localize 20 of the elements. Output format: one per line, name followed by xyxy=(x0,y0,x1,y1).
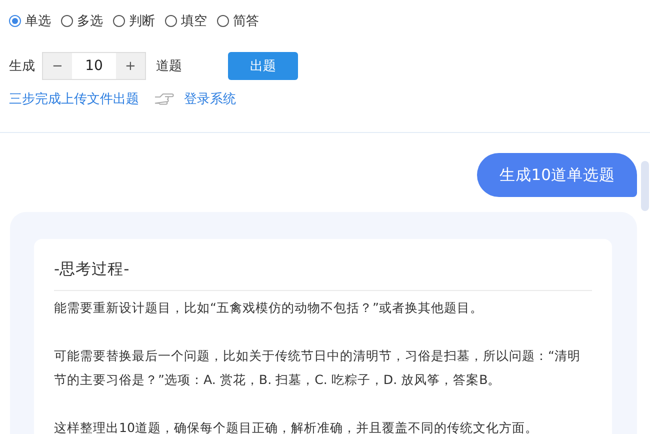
upload-link[interactable]: 三步完成上传文件出题 xyxy=(9,90,139,108)
count-unit-label: 道题 xyxy=(156,58,182,75)
thinking-title: -思考过程- xyxy=(54,259,592,291)
thinking-paragraph: 可能需要替换最后一个问题，比如关于传统节日中的清明节，习俗是扫墓，所以问题：“清明节的主要习俗是？”选项：A. 赏花，B. 扫墓，C. 吃粽子，D. 放风筝，答案B。 xyxy=(54,347,582,389)
thinking-paragraph: 能需要重新设计题目，比如“五禽戏模仿的动物不包括？”或者换其他题目。 xyxy=(54,299,484,317)
pointing-hand-icon xyxy=(154,92,174,106)
question-type-radio[interactable]: 多选 xyxy=(61,12,103,30)
user-message: 生成10道单选题 xyxy=(477,153,637,197)
decrement-button[interactable]: − xyxy=(43,53,72,79)
count-value[interactable]: 10 xyxy=(72,53,116,79)
thinking-paragraph: 这样整理出10道题，确保每个题目正确，解析准确，并且覆盖不同的传统文化方面。 xyxy=(54,419,540,434)
question-type-radio[interactable]: 单选 xyxy=(9,12,51,30)
increment-button[interactable]: + xyxy=(116,53,145,79)
count-stepper[interactable]: − 10 + xyxy=(42,52,146,80)
question-type-radio[interactable]: 填空 xyxy=(165,12,207,30)
question-type-radio[interactable]: 简答 xyxy=(217,12,259,30)
count-label: 生成 xyxy=(9,58,35,75)
scrollbar-thumb[interactable] xyxy=(641,161,649,211)
login-link[interactable]: 登录系统 xyxy=(184,90,236,108)
question-type-radio[interactable]: 判断 xyxy=(113,12,155,30)
